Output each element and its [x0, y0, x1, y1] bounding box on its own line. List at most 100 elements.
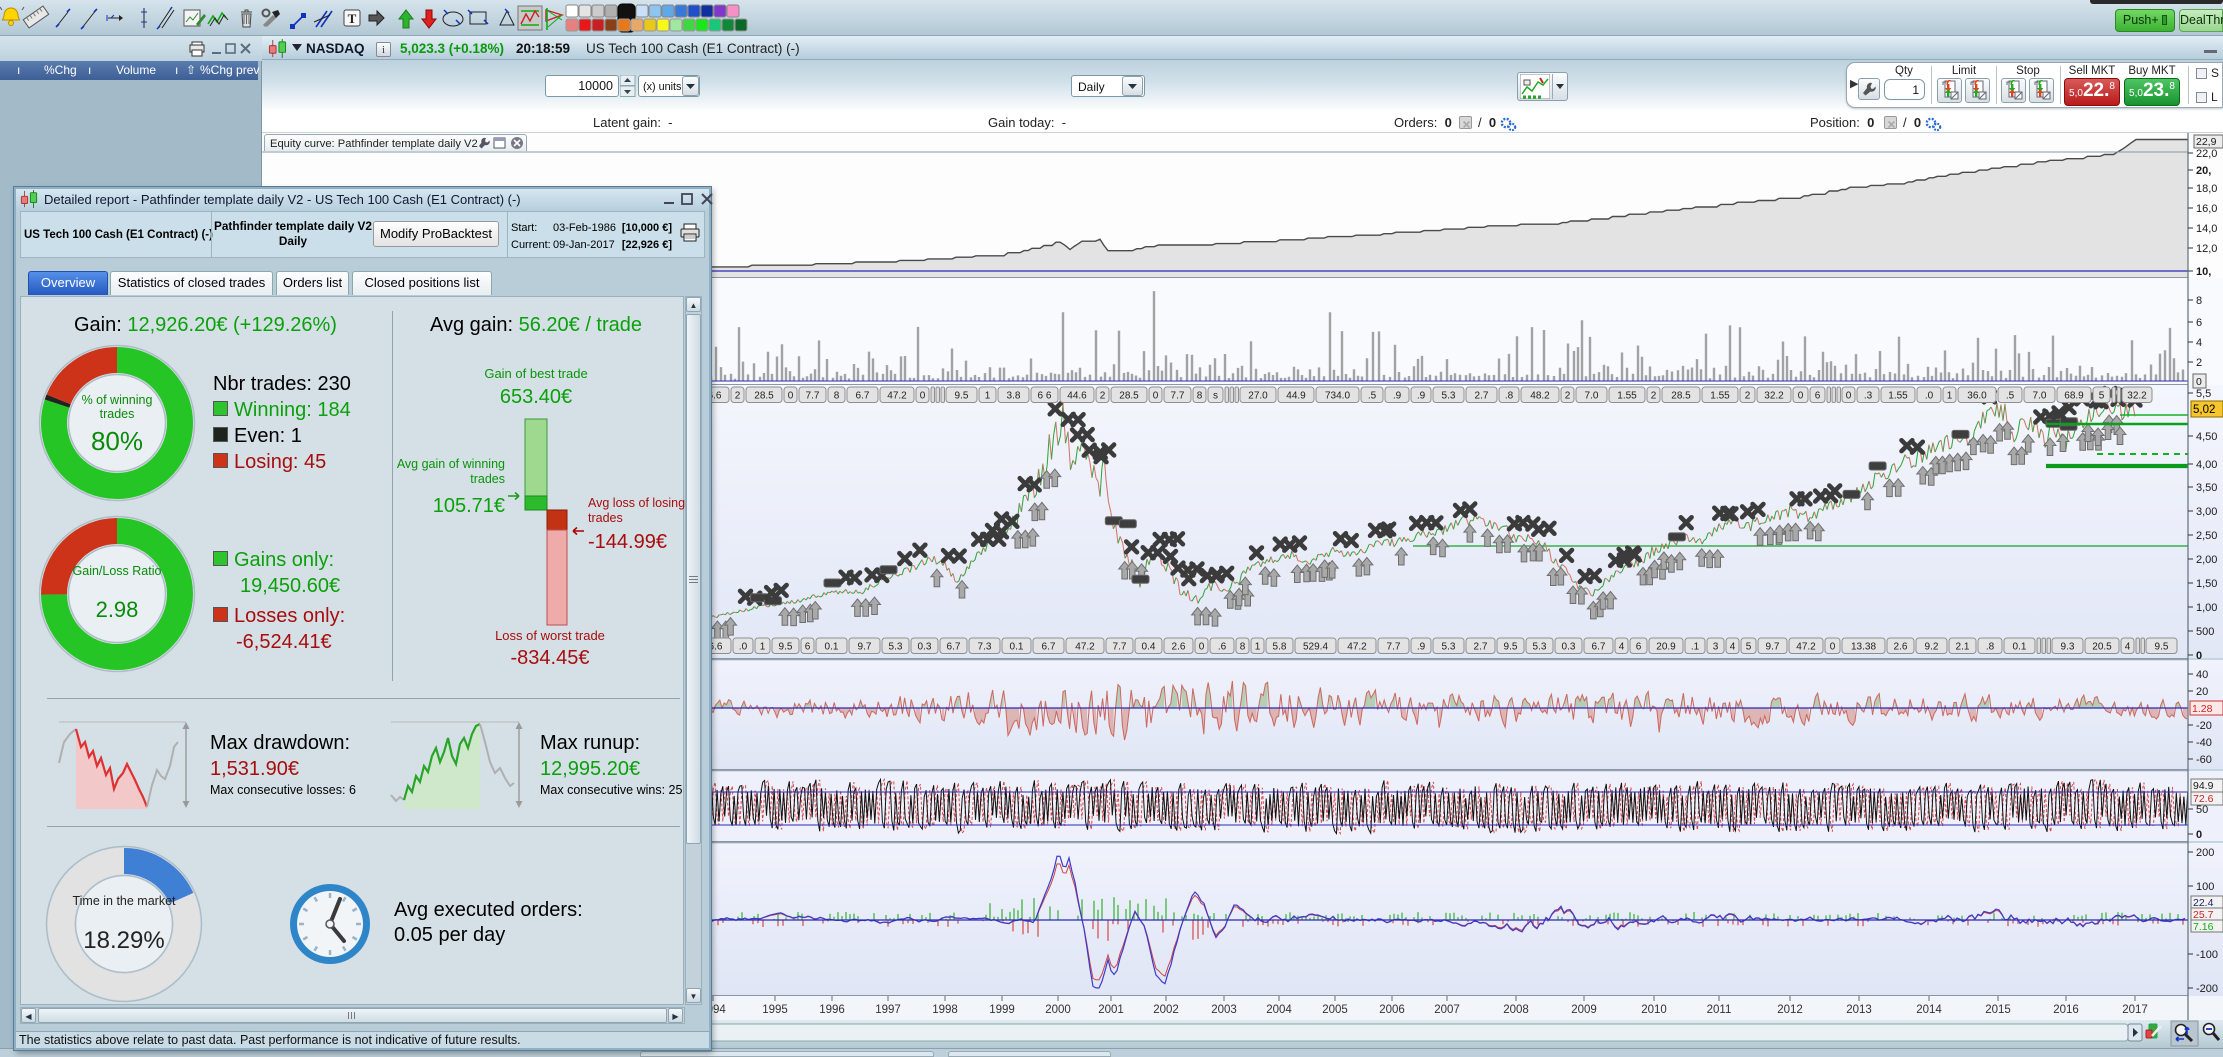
- svg-text:529.4: 529.4: [1303, 642, 1328, 653]
- svg-text:2.6: 2.6: [1894, 642, 1908, 653]
- svg-text:2008: 2008: [1503, 1004, 1529, 1016]
- svg-text:7.3: 7.3: [978, 642, 992, 653]
- svg-text:50: 50: [2196, 804, 2208, 816]
- svg-text:1999: 1999: [989, 1004, 1015, 1016]
- svg-text:0.3: 0.3: [918, 642, 932, 653]
- svg-text:5: 5: [2099, 391, 2105, 402]
- svg-text:1,00: 1,00: [2196, 602, 2217, 614]
- svg-text:1: 1: [1255, 642, 1261, 653]
- svg-text:47.2: 47.2: [887, 391, 907, 402]
- svg-text:2016: 2016: [2053, 1004, 2079, 1016]
- svg-text:6.7: 6.7: [947, 642, 961, 653]
- svg-text:5: 5: [1746, 642, 1752, 653]
- svg-text:0: 0: [2196, 650, 2202, 662]
- svg-text:44.9: 44.9: [1286, 391, 1306, 402]
- svg-text:5.8: 5.8: [1273, 642, 1287, 653]
- svg-text:13.38: 13.38: [1851, 642, 1876, 653]
- svg-text:0: 0: [1798, 391, 1804, 402]
- svg-text:6: 6: [805, 642, 811, 653]
- svg-text:40: 40: [2196, 669, 2208, 681]
- svg-text:4,00: 4,00: [2196, 459, 2217, 471]
- svg-text:-200: -200: [2196, 983, 2218, 995]
- svg-text:44.6: 44.6: [1067, 391, 1087, 402]
- svg-text:0.4: 0.4: [1142, 642, 1156, 653]
- svg-text:8: 8: [1197, 391, 1203, 402]
- svg-text:47.2: 47.2: [1796, 642, 1816, 653]
- svg-text:0: 0: [1199, 642, 1205, 653]
- svg-text:.0: .0: [1925, 391, 1934, 402]
- svg-text:.8: .8: [1505, 391, 1514, 402]
- svg-text:27.0: 27.0: [1248, 391, 1268, 402]
- svg-text:0: 0: [788, 391, 794, 402]
- svg-text:12,0: 12,0: [2196, 243, 2217, 255]
- svg-text:2014: 2014: [1916, 1004, 1942, 1016]
- svg-text:9.2: 9.2: [1925, 642, 1939, 653]
- svg-text:5.3: 5.3: [889, 642, 903, 653]
- svg-text:47.2: 47.2: [1347, 642, 1367, 653]
- svg-text:1998: 1998: [932, 1004, 958, 1016]
- svg-text:8: 8: [834, 391, 840, 402]
- svg-text:2010: 2010: [1641, 1004, 1667, 1016]
- svg-text:7.7: 7.7: [1387, 642, 1401, 653]
- svg-text:2000: 2000: [1045, 1004, 1071, 1016]
- svg-text:0: 0: [1153, 391, 1159, 402]
- svg-text:7.7: 7.7: [1171, 391, 1185, 402]
- svg-text:.9: .9: [1393, 391, 1402, 402]
- svg-text:68.9: 68.9: [2064, 391, 2084, 402]
- svg-text:7.16: 7.16: [2193, 921, 2214, 933]
- svg-text:500: 500: [2196, 626, 2214, 638]
- svg-text:9.5: 9.5: [955, 391, 969, 402]
- svg-text:1.55: 1.55: [1888, 391, 1908, 402]
- svg-text:9.5: 9.5: [2155, 642, 2169, 653]
- svg-text:1997: 1997: [875, 1004, 901, 1016]
- svg-text:6.7: 6.7: [1592, 642, 1606, 653]
- svg-text:0.3: 0.3: [1562, 642, 1576, 653]
- svg-text:2011: 2011: [1707, 1004, 1732, 1016]
- svg-text:-20: -20: [2196, 720, 2212, 732]
- svg-text:1.28: 1.28: [2192, 703, 2213, 715]
- svg-text:4: 4: [1730, 642, 1736, 653]
- svg-text:2.6: 2.6: [1172, 642, 1186, 653]
- svg-text:2007: 2007: [1434, 1004, 1460, 1016]
- svg-text:28.5: 28.5: [754, 391, 774, 402]
- svg-text:2: 2: [1651, 391, 1657, 402]
- svg-text:5,5: 5,5: [2196, 388, 2211, 400]
- svg-text:8: 8: [1240, 642, 1246, 653]
- svg-text:2013: 2013: [1846, 1004, 1872, 1016]
- svg-text:9.7: 9.7: [1766, 642, 1780, 653]
- svg-text:.5: .5: [1368, 391, 1377, 402]
- svg-text:3,50: 3,50: [2196, 482, 2217, 494]
- svg-text:8: 8: [2196, 295, 2202, 307]
- svg-text:0.1: 0.1: [2013, 642, 2027, 653]
- svg-text:4: 4: [2196, 337, 2202, 349]
- svg-text:1: 1: [1947, 391, 1953, 402]
- svg-text:2,00: 2,00: [2196, 554, 2217, 566]
- svg-text:2: 2: [1745, 391, 1751, 402]
- svg-text:3: 3: [1713, 642, 1719, 653]
- svg-text:4: 4: [1619, 642, 1625, 653]
- svg-text:48.2: 48.2: [1530, 391, 1550, 402]
- svg-text:2004: 2004: [1266, 1004, 1292, 1016]
- svg-text:1,50: 1,50: [2196, 578, 2217, 590]
- svg-text:6: 6: [2196, 317, 2202, 329]
- svg-text:36.0: 36.0: [1967, 391, 1987, 402]
- svg-text:1996: 1996: [819, 1004, 845, 1016]
- svg-text:.6: .6: [1218, 642, 1227, 653]
- svg-text:T: T: [348, 11, 357, 26]
- svg-text:6.7: 6.7: [856, 391, 870, 402]
- svg-text:2003: 2003: [1211, 1004, 1237, 1016]
- svg-text:.9: .9: [1417, 642, 1426, 653]
- svg-text:10,: 10,: [2196, 266, 2211, 278]
- svg-text:1.55: 1.55: [1710, 391, 1730, 402]
- svg-text:2: 2: [1565, 391, 1571, 402]
- svg-text:25.7: 25.7: [2193, 909, 2214, 921]
- svg-text:2017: 2017: [2122, 1004, 2148, 1016]
- svg-text:734.0: 734.0: [1325, 391, 1350, 402]
- svg-text:0: 0: [2196, 376, 2202, 388]
- svg-text:28.5: 28.5: [1119, 391, 1139, 402]
- svg-text:.0: .0: [739, 642, 748, 653]
- svg-text:4: 4: [2125, 642, 2131, 653]
- svg-text:0: 0: [1846, 391, 1852, 402]
- svg-text:22,0: 22,0: [2196, 148, 2217, 160]
- svg-text:2006: 2006: [1379, 1004, 1405, 1016]
